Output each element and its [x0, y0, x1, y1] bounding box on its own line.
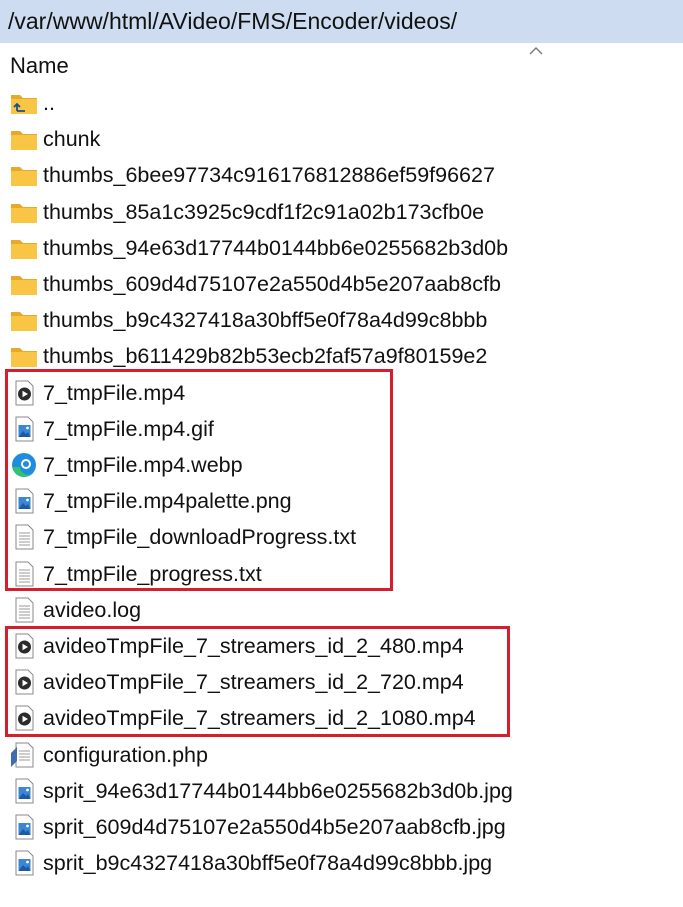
video-file-icon [10, 705, 38, 731]
file-name: 7_tmpFile.mp4.gif [43, 416, 214, 441]
file-name: thumbs_609d4d75107e2a550d4b5e207aab8cfb [43, 272, 501, 296]
file-name: thumbs_b611429b82b53ecb2faf57a9f80159e2 [43, 344, 488, 369]
edge-browser-icon [10, 452, 38, 478]
file-row-7-tmpfile-mp4palette-png[interactable]: 7_tmpFile.mp4palette.png [0, 483, 683, 519]
image-file-icon [10, 778, 38, 804]
file-name: 7_tmpFile.mp4.webp [43, 453, 243, 477]
folder-icon [10, 126, 38, 152]
file-row-thumbs-6bee97734c916176812886ef59f96627[interactable]: thumbs_6bee97734c916176812886ef59f96627 [0, 157, 683, 193]
file-row-parent-folder[interactable]: .. [0, 85, 683, 121]
video-file-icon [10, 380, 38, 406]
file-name: thumbs_6bee97734c916176812886ef59f96627 [43, 163, 495, 188]
file-name: avideoTmpFile_7_streamers_id_2_720.mp4 [43, 670, 464, 695]
file-row-7-tmpfile-downloadprogress-txt[interactable]: 7_tmpFile_downloadProgress.txt [0, 519, 683, 555]
file-name: thumbs_94e63d17744b0144bb6e0255682b3d0b [43, 235, 509, 260]
video-file-icon [10, 669, 38, 695]
address-bar[interactable]: /var/www/html/AVideo/FMS/Encoder/videos/ [0, 0, 683, 43]
file-row-configuration-php[interactable]: configuration.php [0, 737, 683, 773]
php-file-icon [10, 742, 38, 768]
text-file-icon [10, 524, 38, 550]
image-file-icon [10, 416, 38, 442]
file-row-7-tmpfile-progress-txt[interactable]: 7_tmpFile_progress.txt [0, 556, 683, 592]
video-file-icon [10, 633, 38, 659]
image-file-icon [10, 850, 38, 876]
file-name: chunk [43, 127, 101, 152]
file-row-avideotmpfile-7-streamers-id-2-1080-mp4[interactable]: avideoTmpFile_7_streamers_id_2_1080.mp4 [0, 700, 683, 736]
file-name: sprit_94e63d17744b0144bb6e0255682b3d0b.j… [43, 778, 513, 803]
file-row-thumbs-609d4d75107e2a550d4b5e207aab8cfb[interactable]: thumbs_609d4d75107e2a550d4b5e207aab8cfb [0, 266, 683, 302]
file-name: configuration.php [43, 742, 208, 767]
folder-icon [10, 271, 38, 297]
image-file-icon [10, 814, 38, 840]
file-row-sprit-b9c4327418a30bff5e0f78a4d99c8bbb-jpg[interactable]: sprit_b9c4327418a30bff5e0f78a4d99c8bbb.j… [0, 845, 683, 881]
file-name: 7_tmpFile.mp4palette.png [43, 489, 292, 514]
file-name: avideoTmpFile_7_streamers_id_2_1080.mp4 [43, 706, 476, 731]
file-row-chunk[interactable]: chunk [0, 121, 683, 157]
chevron-up-icon[interactable] [528, 43, 544, 59]
file-name: thumbs_85a1c3925c9cdf1f2c91a02b173cfb0e [43, 199, 485, 224]
file-row-avideotmpfile-7-streamers-id-2-720-mp4[interactable]: avideoTmpFile_7_streamers_id_2_720.mp4 [0, 664, 683, 700]
file-row-avideotmpfile-7-streamers-id-2-480-mp4[interactable]: avideoTmpFile_7_streamers_id_2_480.mp4 [0, 628, 683, 664]
file-name: 7_tmpFile_progress.txt [43, 561, 262, 586]
folder-icon [10, 235, 38, 261]
file-name: avideo.log [43, 597, 142, 622]
file-row-thumbs-94e63d17744b0144bb6e0255682b3d0b[interactable]: thumbs_94e63d17744b0144bb6e0255682b3d0b [0, 230, 683, 266]
file-name: thumbs_b9c4327418a30bff5e0f78a4d99c8bbb [43, 308, 488, 333]
folder-icon [10, 199, 38, 225]
file-name: sprit_b9c4327418a30bff5e0f78a4d99c8bbb.j… [43, 851, 493, 876]
file-name: avideoTmpFile_7_streamers_id_2_480.mp4 [43, 634, 464, 658]
file-row-sprit-94e63d17744b0144bb6e0255682b3d0b-jpg[interactable]: sprit_94e63d17744b0144bb6e0255682b3d0b.j… [0, 773, 683, 809]
text-file-icon [10, 561, 38, 587]
column-header[interactable]: Name [0, 43, 683, 89]
file-name: sprit_609d4d75107e2a550d4b5e207aab8cfb.j… [43, 815, 506, 839]
file-row-avideo-log[interactable]: avideo.log [0, 592, 683, 628]
file-row-thumbs-b9c4327418a30bff5e0f78a4d99c8bbb[interactable]: thumbs_b9c4327418a30bff5e0f78a4d99c8bbb [0, 302, 683, 338]
file-row-sprit-609d4d75107e2a550d4b5e207aab8cfb-jpg[interactable]: sprit_609d4d75107e2a550d4b5e207aab8cfb.j… [0, 809, 683, 845]
file-row-7-tmpfile-mp4-webp[interactable]: 7_tmpFile.mp4.webp [0, 447, 683, 483]
file-name: 7_tmpFile.mp4 [43, 380, 186, 405]
file-row-thumbs-b611429b82b53ecb2faf57a9f80159e2[interactable]: thumbs_b611429b82b53ecb2faf57a9f80159e2 [0, 338, 683, 374]
file-row-thumbs-85a1c3925c9cdf1f2c91a02b173cfb0e[interactable]: thumbs_85a1c3925c9cdf1f2c91a02b173cfb0e [0, 194, 683, 230]
folder-icon [10, 343, 38, 369]
file-row-7-tmpfile-mp4-gif[interactable]: 7_tmpFile.mp4.gif [0, 411, 683, 447]
file-name: 7_tmpFile_downloadProgress.txt [43, 525, 357, 550]
file-row-7-tmpfile-mp4[interactable]: 7_tmpFile.mp4 [0, 375, 683, 411]
text-file-icon [10, 597, 38, 623]
folder-icon [10, 307, 38, 333]
name-column-header[interactable]: Name [10, 53, 69, 79]
folder-icon [10, 162, 38, 188]
file-name: .. [43, 91, 55, 115]
image-file-icon [10, 488, 38, 514]
folder-up-icon [10, 90, 38, 116]
